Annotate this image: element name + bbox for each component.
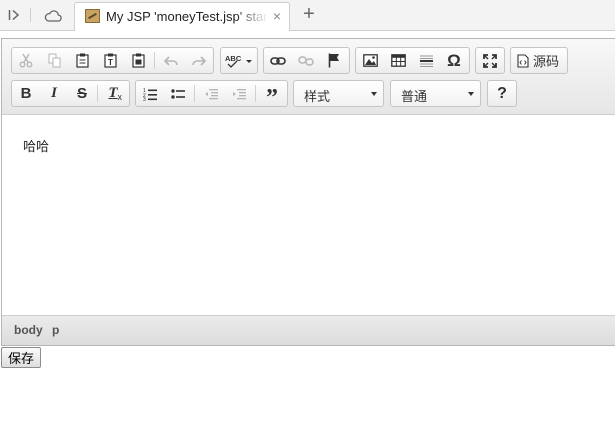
- tab-bar-divider: [30, 8, 31, 22]
- maximize-group: [475, 47, 505, 74]
- source-group: 源码: [510, 47, 568, 74]
- toolbar-separator: [194, 85, 195, 102]
- undo-icon[interactable]: [157, 48, 185, 73]
- elements-path-bar: body p: [2, 315, 615, 345]
- anchor-icon[interactable]: [320, 48, 348, 73]
- spellcheck-label: ABC: [225, 54, 242, 63]
- editor-content-area[interactable]: 哈哈: [2, 115, 615, 316]
- remove-format-label: T: [108, 85, 118, 101]
- help-group: ?: [487, 80, 517, 107]
- toolbar-separator: [97, 85, 98, 102]
- help-button[interactable]: ?: [488, 81, 516, 106]
- image-icon[interactable]: [356, 48, 384, 73]
- new-tab-button[interactable]: +: [298, 4, 320, 26]
- table-icon[interactable]: [384, 48, 412, 73]
- source-button[interactable]: 源码: [511, 48, 567, 73]
- unlink-icon[interactable]: [292, 48, 320, 73]
- styles-value: 样式: [304, 89, 331, 104]
- format-dropdown[interactable]: 普通: [390, 80, 481, 107]
- bold-button[interactable]: B: [12, 81, 40, 106]
- toolbar-separator: [154, 52, 155, 69]
- spellcheck-button[interactable]: ABC: [221, 48, 257, 73]
- editor-toolbar: T ABC Ω 源码 B I S T x 1 2 3 ” 样式 普通 ?: [2, 39, 615, 115]
- remove-format-x-icon: x: [117, 92, 123, 102]
- format-value: 普通: [401, 89, 428, 104]
- maximize-icon[interactable]: [476, 48, 504, 73]
- paste-icon[interactable]: [68, 48, 96, 73]
- svg-text:T: T: [108, 58, 113, 67]
- clipboard-group: T: [11, 47, 214, 74]
- tab-title: My JSP 'moneyTest.jsp' starting page: [106, 9, 268, 24]
- sidebar-toggle-icon[interactable]: [6, 6, 24, 24]
- cloud-icon[interactable]: [44, 6, 62, 24]
- link-group: [263, 47, 350, 74]
- special-char-icon[interactable]: Ω: [440, 48, 468, 73]
- indent-icon[interactable]: [225, 81, 253, 106]
- italic-button[interactable]: I: [40, 81, 68, 106]
- rich-text-editor: T ABC Ω 源码 B I S T x 1 2 3 ” 样式 普通 ? 哈哈 …: [1, 38, 615, 346]
- close-tab-icon[interactable]: ×: [271, 9, 283, 23]
- browser-tab-bar: My JSP 'moneyTest.jsp' starting page × +: [0, 0, 615, 31]
- source-label: 源码: [533, 54, 560, 69]
- styles-dropdown[interactable]: 样式: [293, 80, 384, 107]
- toolbar-separator: [255, 85, 256, 102]
- path-item-body[interactable]: body: [14, 323, 43, 337]
- horizontal-rule-icon[interactable]: [412, 48, 440, 73]
- strike-button[interactable]: S: [68, 81, 96, 106]
- insert-group: Ω: [355, 47, 470, 74]
- outdent-icon[interactable]: [197, 81, 225, 106]
- paste-from-word-icon[interactable]: [124, 48, 152, 73]
- cut-icon[interactable]: [12, 48, 40, 73]
- list-group: 123 ”: [135, 80, 288, 111]
- remove-format-button[interactable]: T x: [99, 81, 127, 106]
- content-paragraph[interactable]: 哈哈: [23, 136, 49, 155]
- numbered-list-icon[interactable]: 123: [136, 81, 164, 106]
- copy-icon[interactable]: [40, 48, 68, 73]
- chevron-down-icon: [468, 92, 474, 96]
- redo-icon[interactable]: [185, 48, 213, 73]
- bulleted-list-icon[interactable]: [164, 81, 192, 106]
- chevron-down-icon: [371, 92, 377, 96]
- spellcheck-group: ABC: [220, 47, 258, 74]
- blockquote-icon[interactable]: ”: [258, 81, 286, 111]
- svg-text:3: 3: [143, 97, 146, 101]
- path-item-p[interactable]: p: [52, 323, 59, 337]
- browser-tab-active[interactable]: My JSP 'moneyTest.jsp' starting page ×: [74, 2, 290, 31]
- source-icon: [517, 53, 529, 68]
- paste-text-icon[interactable]: T: [96, 48, 124, 73]
- basic-styles-group: B I S T x: [11, 80, 130, 107]
- page-favicon-icon: [85, 9, 100, 23]
- link-icon[interactable]: [264, 48, 292, 73]
- save-button[interactable]: 保存: [1, 347, 42, 368]
